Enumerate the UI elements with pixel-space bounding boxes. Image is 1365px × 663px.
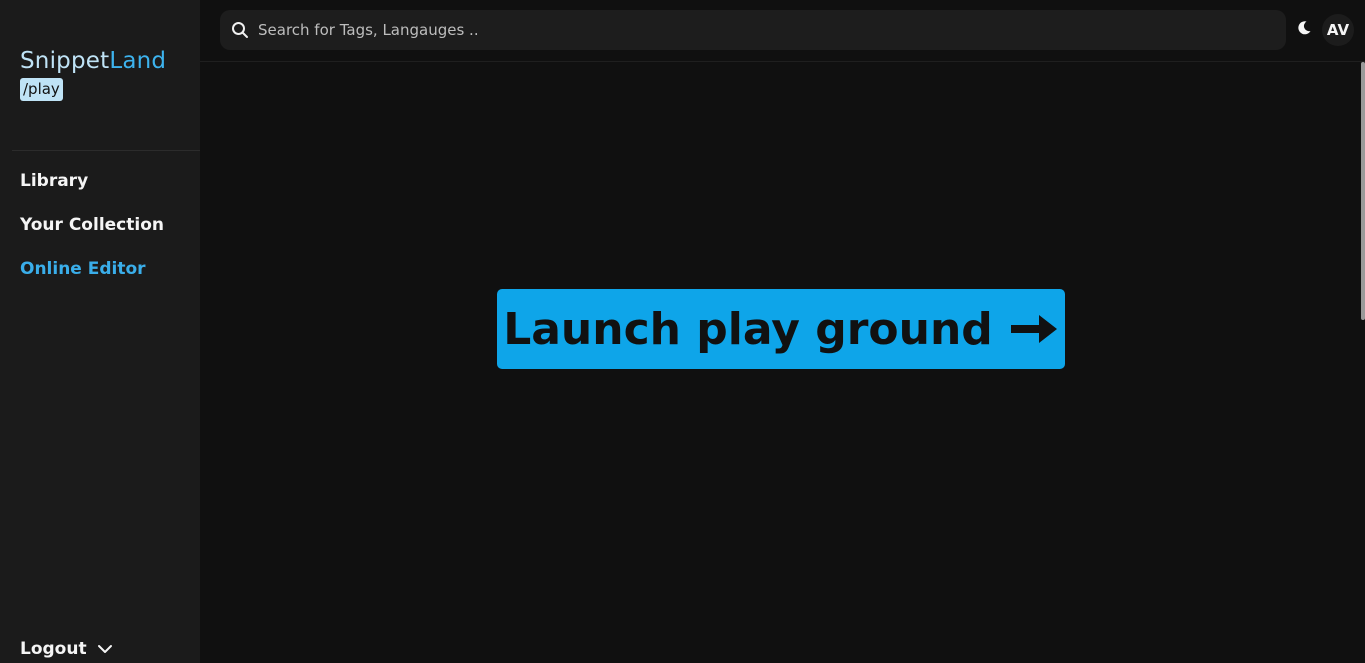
launch-label: Launch play ground bbox=[503, 303, 993, 355]
logout-label: Logout bbox=[20, 639, 87, 659]
scrollbar[interactable] bbox=[1361, 62, 1365, 320]
brand-name-part1: Snippet bbox=[20, 48, 110, 74]
sidebar-item-your-collection[interactable]: Your Collection bbox=[20, 214, 164, 236]
search-icon bbox=[231, 21, 249, 39]
brand-name-part2: Land bbox=[109, 48, 167, 74]
arrow-right-icon bbox=[1009, 312, 1059, 346]
sidebar-item-online-editor[interactable]: Online Editor bbox=[20, 258, 146, 280]
sidebar: SnippetLand /play Library Your Collectio… bbox=[0, 0, 200, 663]
brand-logo[interactable]: SnippetLand bbox=[20, 47, 166, 75]
avatar[interactable]: AV bbox=[1322, 14, 1354, 46]
brand-tag: /play bbox=[20, 78, 63, 101]
chevron-down-icon bbox=[97, 644, 113, 654]
launch-playground-button[interactable]: Launch play ground bbox=[497, 289, 1065, 369]
moon-icon bbox=[1296, 20, 1312, 40]
logout-button[interactable]: Logout bbox=[20, 638, 113, 660]
search-input[interactable] bbox=[256, 11, 1256, 49]
top-bar: AV bbox=[200, 0, 1365, 62]
sidebar-item-library[interactable]: Library bbox=[20, 170, 88, 192]
theme-toggle-button[interactable] bbox=[1294, 20, 1314, 40]
search-bar[interactable] bbox=[220, 10, 1286, 50]
sidebar-divider bbox=[12, 150, 200, 151]
